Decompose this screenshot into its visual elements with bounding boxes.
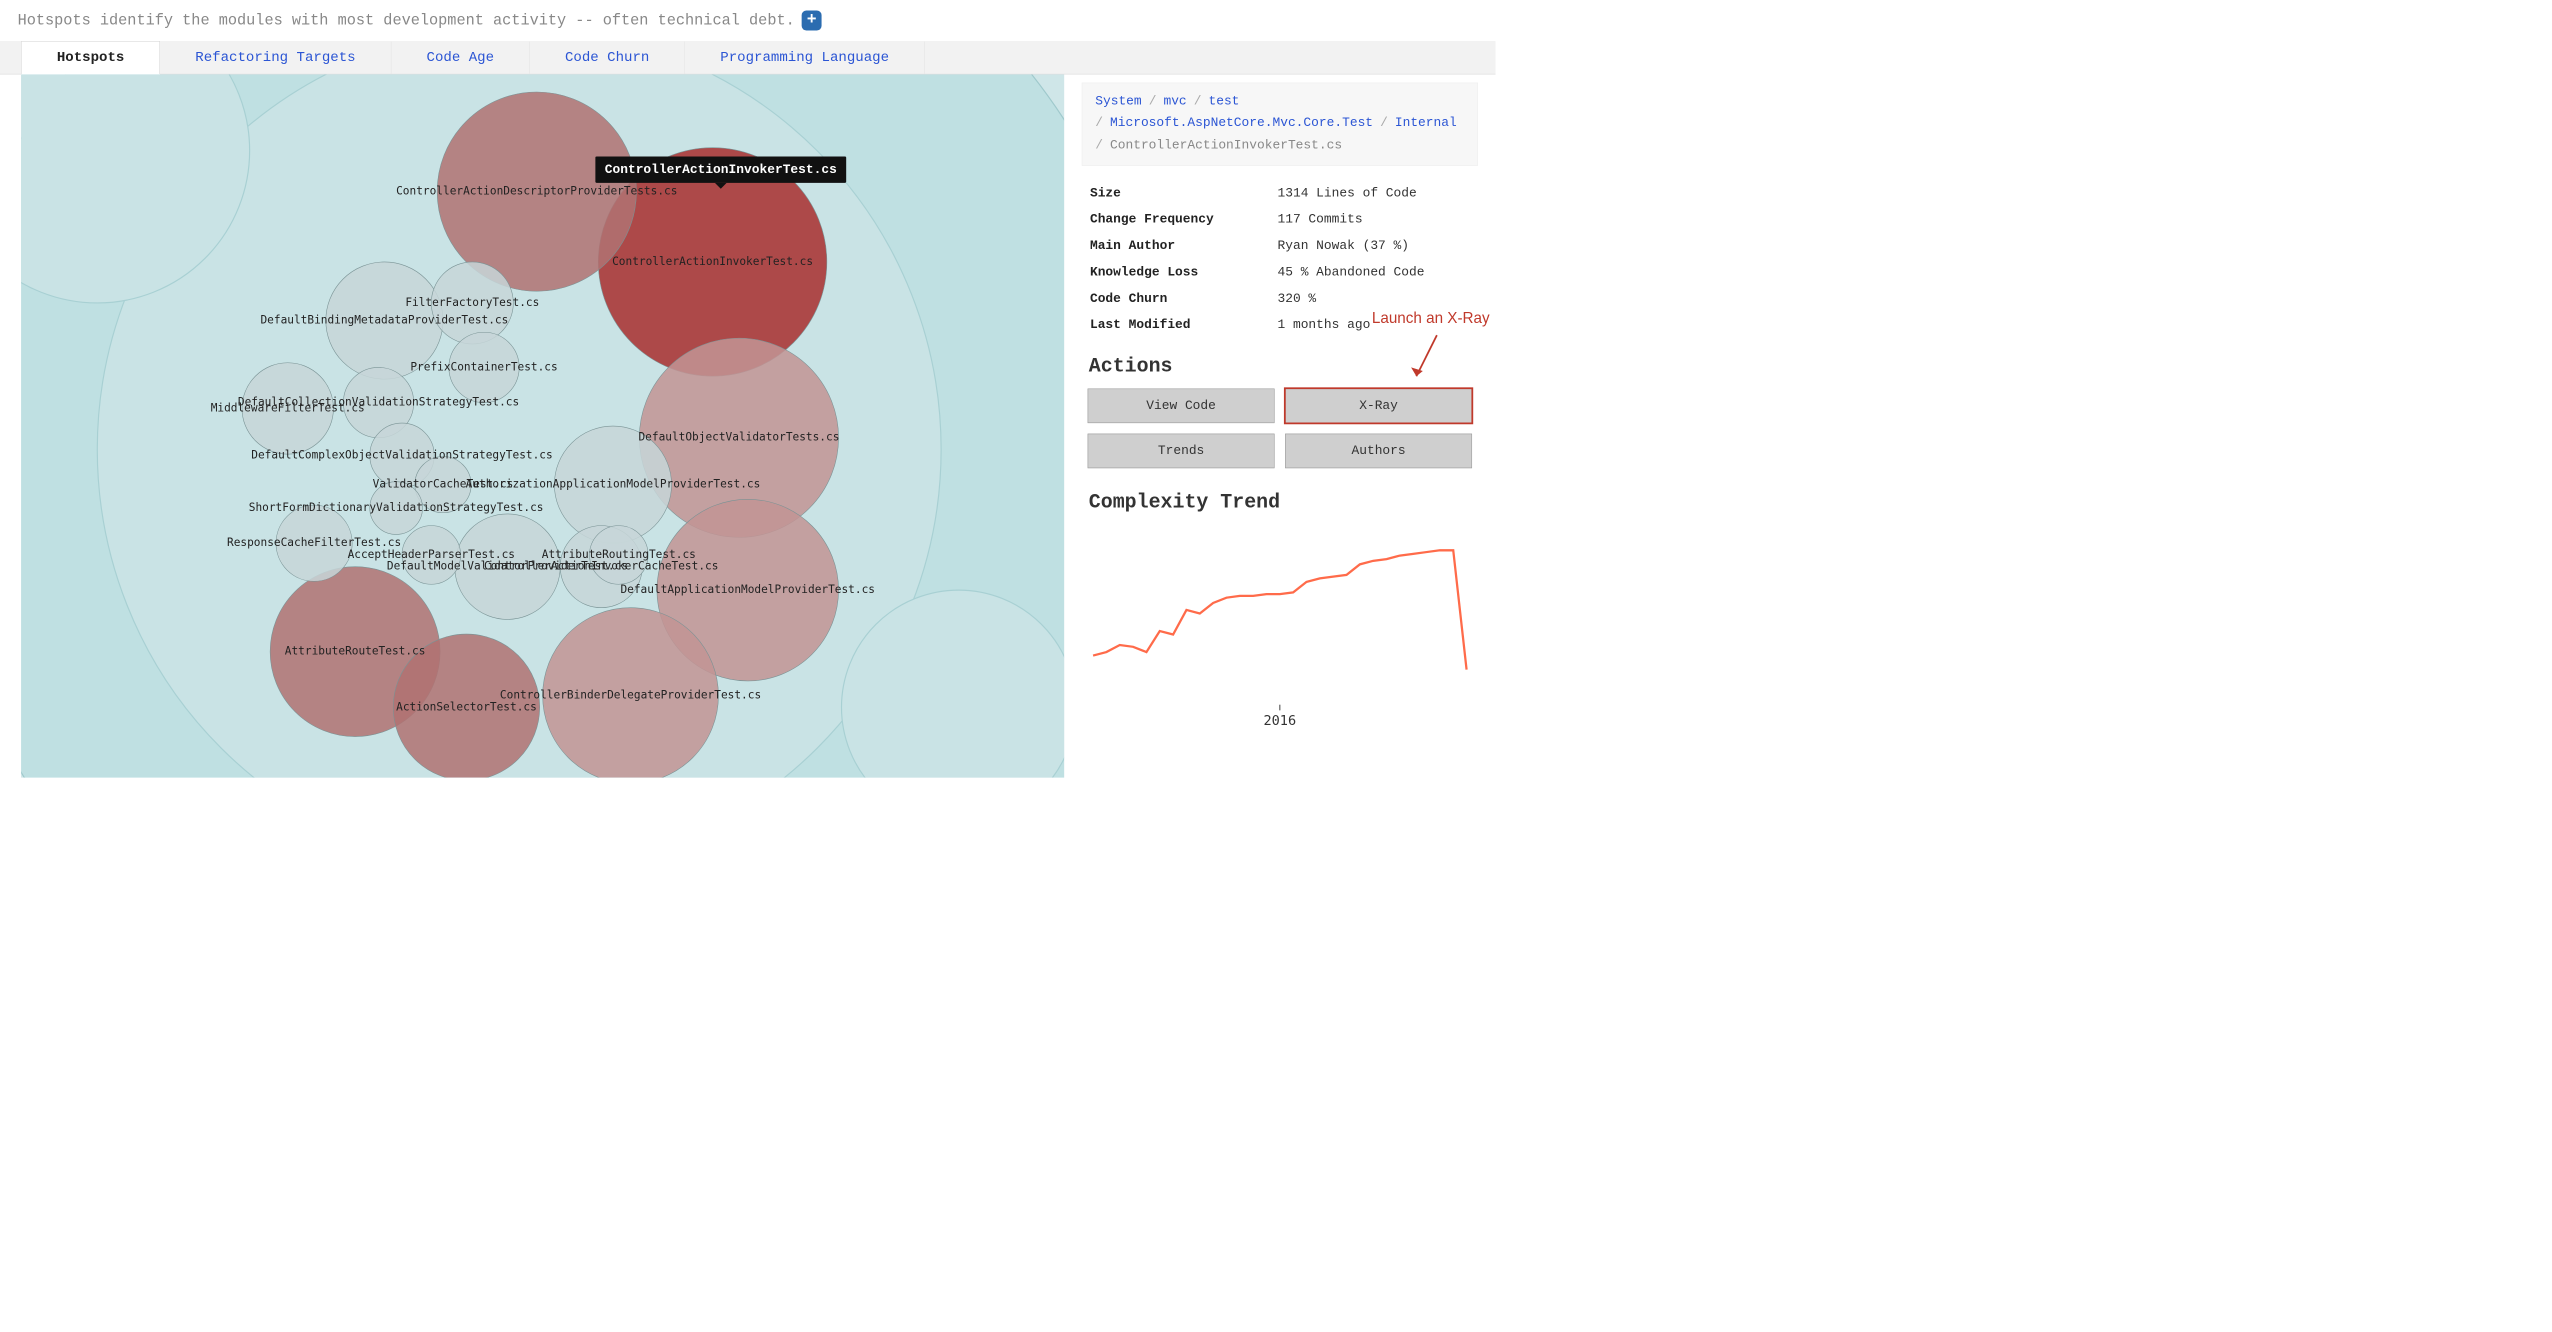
intro-text: Hotspots identify the modules with most … [0,0,1495,41]
tab-refactoring-targets[interactable]: Refactoring Targets [160,42,391,74]
hotspot-tooltip: ControllerActionInvokerTest.cs [595,156,846,182]
hotspot-visualization[interactable]: ControllerActionInvokerTest.csController… [21,74,1064,777]
view-code-button[interactable]: View Code [1088,389,1275,424]
complexity-trend-heading: Complexity Trend [1089,492,1478,514]
breadcrumb-link[interactable]: test [1208,94,1239,109]
trends-button[interactable]: Trends [1088,434,1275,469]
meta-author-value: Ryan Nowak (37 %) [1277,239,1409,254]
hotspot-bubble[interactable] [415,456,471,512]
hotspot-bubble[interactable] [326,262,443,379]
trend-x-tick: 2016 [1263,713,1296,729]
hotspot-bubble[interactable] [431,262,513,344]
tab-code-churn[interactable]: Code Churn [530,42,685,74]
breadcrumb-link[interactable]: mvc [1163,94,1186,109]
breadcrumb-current: ControllerActionInvokerTest.cs [1110,138,1342,153]
plus-icon[interactable]: + [802,11,822,31]
breadcrumb: System/mvc/test/Microsoft.AspNetCore.Mvc… [1082,83,1478,166]
hotspot-bubble[interactable] [393,634,539,778]
tab-programming-language[interactable]: Programming Language [685,42,925,74]
meta-size-label: Size [1090,186,1278,201]
breadcrumb-link[interactable]: Microsoft.AspNetCore.Mvc.Core.Test [1110,116,1373,131]
annotation-text: Launch an X-Ray [1372,309,1490,327]
hotspot-bubble[interactable] [590,526,649,585]
meta-knowledge-value: 45 % Abandoned Code [1277,265,1424,280]
hotspot-bubble[interactable] [449,332,519,402]
tab-hotspots[interactable]: Hotspots [21,41,160,74]
meta-knowledge-label: Knowledge Loss [1090,265,1278,280]
trend-line [1093,550,1466,669]
annotation-arrow-icon [1408,332,1443,385]
breadcrumb-link[interactable]: Internal [1395,116,1457,131]
meta-lastmod-label: Last Modified [1090,318,1278,333]
intro-label: Hotspots identify the modules with most … [18,12,795,30]
tab-bar: HotspotsRefactoring TargetsCode AgeCode … [0,41,1495,74]
complexity-trend-chart[interactable]: 2016 [1082,520,1478,743]
breadcrumb-link[interactable]: System [1095,94,1141,109]
xray-button[interactable]: X-Ray [1285,389,1472,424]
hotspot-bubble[interactable] [543,608,719,778]
meta-size-value: 1314 Lines of Code [1277,186,1416,201]
authors-button[interactable]: Authors [1285,434,1472,469]
hotspot-bubble[interactable] [242,363,333,454]
hotspot-bubble[interactable] [455,514,560,619]
hotspot-bubble[interactable] [437,92,636,291]
meta-changefreq-label: Change Frequency [1090,212,1278,227]
hotspot-bubble[interactable] [276,505,352,581]
meta-author-label: Main Author [1090,239,1278,254]
side-panel: System/mvc/test/Microsoft.AspNetCore.Mvc… [1064,74,1495,777]
tab-code-age[interactable]: Code Age [391,42,529,74]
meta-churn-label: Code Churn [1090,291,1278,306]
tooltip-label: ControllerActionInvokerTest.cs [605,162,837,177]
meta-changefreq-value: 117 Commits [1277,212,1362,227]
hotspot-bubble[interactable] [402,526,461,585]
meta-churn-value: 320 % [1277,291,1316,306]
hotspot-bubble[interactable] [370,482,423,535]
meta-lastmod-value: 1 months ago [1277,318,1370,333]
hotspot-bubble[interactable] [554,426,671,543]
